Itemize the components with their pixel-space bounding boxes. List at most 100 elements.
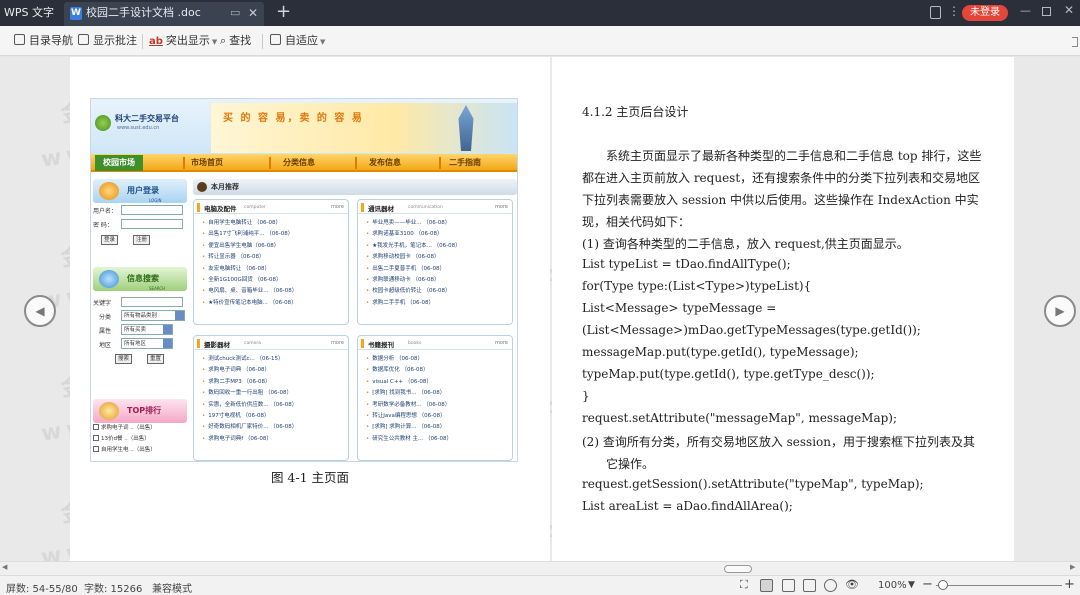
document-view[interactable]: 金银的豆子网 金银的豆子网 金银的豆子网 www.jyddzi.com www.… [0,57,1080,561]
find-button[interactable]: ⌕ 查找 [220,26,251,56]
fit-button[interactable]: 自适应 ▼ [270,26,325,56]
category-en: camera [244,341,261,346]
list-item: 校园卡超级低价转让 （06-08） [366,286,512,297]
username-row: 用户名： [93,203,187,217]
list-item: 全新1G100G回货 （06-08） [202,275,348,286]
word-count[interactable]: 字数: 15266 [84,580,142,595]
zoom-slider-track[interactable] [936,585,1062,586]
pin-tab-icon[interactable]: ▭ [230,2,240,24]
type-row: 属性 所有买卖 [93,323,187,337]
eye-protect-icon[interactable]: 👁 [845,578,859,591]
category-more: more [495,340,508,346]
chevron-down-icon [175,311,184,320]
list-item: 求购二手MP3 （06-08） [202,377,348,388]
recommend-header: 本月推荐 [193,179,517,195]
scroll-left-icon[interactable]: ◀ [2,563,7,571]
recommend-icon [197,182,207,192]
category-box-camera: 摄影器材 camera more 测试chuck测试c... （06-15） 求… [193,335,349,461]
site-search-button: 搜索 [115,354,133,364]
search-box-title: 信息搜索 SEARCH [93,267,187,291]
list-item: 数据分析 （06-08） [366,354,512,365]
category-marker [361,203,364,212]
reading-view-icon[interactable] [760,579,773,592]
outline-view-icon[interactable] [803,579,816,592]
outline-nav-button[interactable]: 目录导航 [14,26,73,56]
document-page-left: 科大二手交易平台 www.sust.edu.cn 买 的 容 易，卖 的 容 易… [70,57,550,561]
close-tab-icon[interactable]: ✕ [248,2,258,24]
figure-caption: 图 4-1 主页面 [270,470,350,485]
highlight-label: 突出显示 [165,34,210,47]
toolbar-expand-icon[interactable] [1072,37,1078,47]
toolbar-divider [142,34,143,49]
globe-icon [99,270,119,288]
type-value: 所有买卖 [124,327,147,333]
category-marker [361,339,364,348]
logo-mark-icon [95,115,111,131]
close-window-icon[interactable]: ✕ [1064,3,1074,17]
password-row: 密 码： [93,217,187,231]
restore-icon[interactable] [1042,7,1051,16]
keyword-row: 关键字 [93,295,187,309]
site-main: 本月推荐 电脑及配件 computer more 自用学生电脑转让 （06-08… [193,179,517,461]
scrollbar-thumb[interactable] [724,565,752,573]
horizontal-scrollbar[interactable]: ◀ ▶ [0,561,1080,575]
show-comments-label: 显示批注 [93,34,137,47]
section-heading: 4.1.2 主页后台设计 [582,105,689,119]
page-view-icon[interactable] [782,579,795,592]
site-logo: 科大二手交易平台 www.sust.edu.cn [95,111,205,135]
document-tab[interactable]: W 校园二手设计文档 .doc ▭ ✕ [64,2,264,26]
reading-mode-icon[interactable] [930,6,941,19]
zoom-slider-handle[interactable] [938,580,948,590]
list-item: 求购诺基亚3100 （06-08） [366,229,512,240]
minimize-icon[interactable]: — [1020,4,1031,17]
recommend-title: 本月推荐 [211,183,239,191]
type-label: 属性 [99,328,112,335]
site-nav-item: 二手指南 [449,158,481,167]
category-row: 分类 所有物品类别 [93,309,187,323]
show-comments-button[interactable]: 显示批注 [78,26,137,56]
new-tab-button[interactable]: + [276,0,291,24]
web-view-icon[interactable] [824,579,837,592]
fullscreen-icon[interactable]: ⛶ [740,578,753,591]
scroll-right-icon[interactable]: ▶ [1070,563,1075,571]
top-item-text: 13价d餐 ..（出售） [101,436,150,442]
category-marker [197,339,200,348]
zoom-level[interactable]: 100% [878,580,907,591]
list-item: 测试chuck测试c... （06-15） [202,354,348,365]
list-item: 数码回收一重一行出租 （06-08） [202,388,348,399]
top-box-title: TOP排行 [93,399,187,423]
code-line: messageMap.put(type.getId(), typeMessage… [582,345,859,359]
site-nav-home: 校园市场 [95,155,143,171]
list-item: 研究生公共教材 主... （06-08） [366,434,512,445]
chevron-down-icon [163,325,172,334]
login-button[interactable]: 未登录 [962,5,1008,21]
page-info[interactable]: 屏数: 54-55/80 [6,580,78,595]
compat-mode: 兼容模式 [152,584,192,595]
zoom-out-button[interactable]: − [922,577,933,592]
app-name[interactable]: WPS 文字 [0,0,60,26]
list-item: [求购] 找到我书... （06-08） [366,388,512,399]
zoom-in-button[interactable]: + [1064,577,1075,592]
next-page-button[interactable]: ▶ [1044,295,1076,327]
category-en: books [408,341,422,346]
site-name: 科大二手交易平台 [115,114,179,123]
list-item: 转让显示器 （06-08） [202,252,348,263]
site-nav-item: 市场首页 [191,158,223,167]
zoom-dropdown-icon[interactable]: ▼ [908,580,915,590]
more-menu-icon[interactable]: ⋮ [948,4,960,18]
password-label: 密 码： [93,222,113,229]
site-reset-button: 重置 [147,354,165,364]
type-select: 所有买卖 [121,324,173,335]
highlight-button[interactable]: ab 突出显示 ▼ [149,26,217,56]
highlight-icon: ab [149,36,163,47]
previous-page-button[interactable]: ◀ [24,295,56,327]
category-name: 通讯器材 [368,205,394,213]
category-title: 电脑及配件 computer more [194,200,348,214]
list-item: 考研数学必备教材... （06-08） [366,400,512,411]
list-item: ★我发光手机，笔记本... （06-08） [366,241,512,252]
site-nav-item: 发布信息 [369,158,401,167]
list-item: [求购] 求购计算... （06-08） [366,422,512,433]
search-buttons-row: 搜索 重置 [93,351,187,369]
category-items: 数据分析 （06-08） 数据库优化 （06-08） visual C++ （0… [358,350,512,445]
reading-toolbar: 目录导航 显示批注 ab 突出显示 ▼ ⌕ 查找 自适应 ▼ [0,26,1080,56]
